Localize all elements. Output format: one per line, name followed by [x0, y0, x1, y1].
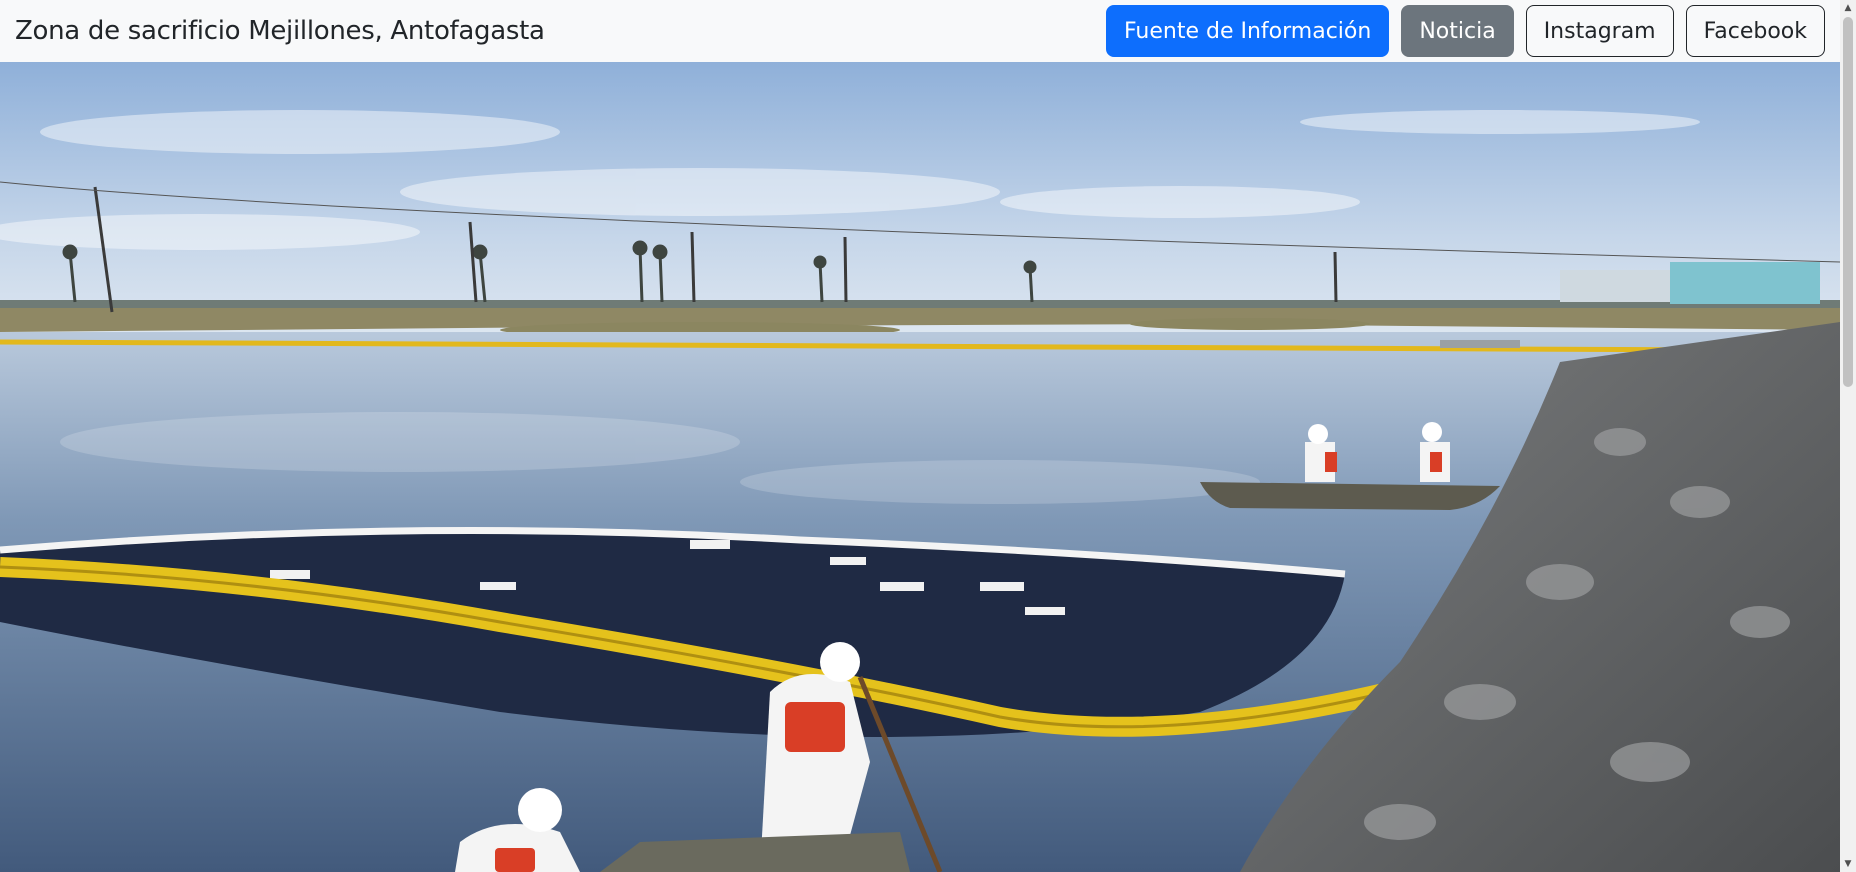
noticia-button[interactable]: Noticia — [1401, 5, 1514, 57]
hero-illustration — [0, 62, 1840, 872]
facebook-button[interactable]: Facebook — [1685, 5, 1825, 57]
navbar: Zona de sacrificio Mejillones, Antofagas… — [0, 0, 1840, 62]
vertical-scrollbar[interactable]: ▲ ▼ — [1840, 0, 1856, 872]
far-boat — [1440, 340, 1520, 348]
nav-buttons: Fuente de Información Noticia Instagram … — [1105, 5, 1825, 57]
page-title[interactable]: Zona de sacrificio Mejillones, Antofagas… — [15, 16, 545, 46]
scroll-up-arrow-icon[interactable]: ▲ — [1840, 0, 1856, 16]
scroll-down-arrow-icon[interactable]: ▼ — [1840, 856, 1856, 872]
scrollbar-thumb[interactable] — [1843, 17, 1853, 387]
industrial-building — [1670, 262, 1820, 304]
fuente-button[interactable]: Fuente de Información — [1105, 5, 1390, 57]
hero-image — [0, 62, 1840, 872]
instagram-button[interactable]: Instagram — [1525, 5, 1674, 57]
